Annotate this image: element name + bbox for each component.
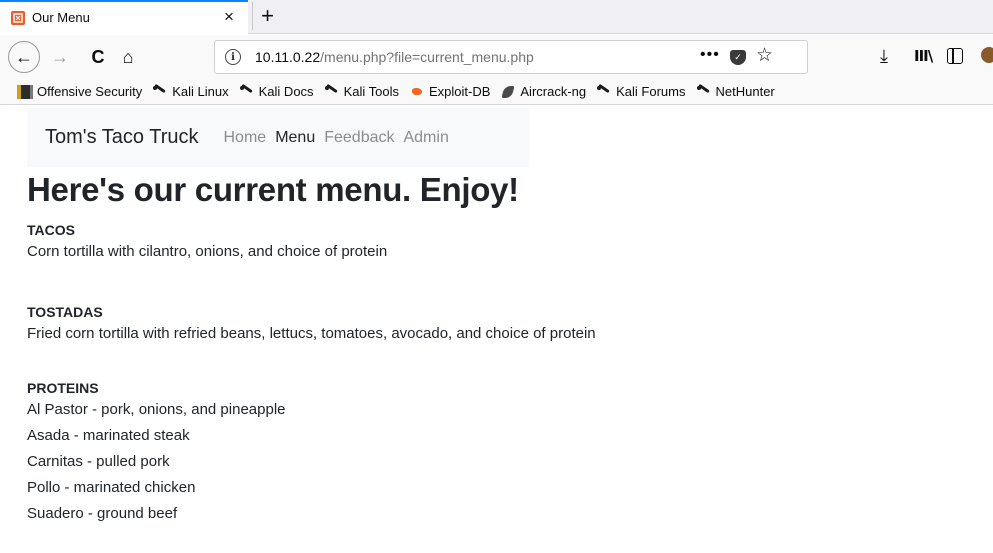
bookmark-kali-docs[interactable]: Kali Docs bbox=[239, 84, 314, 99]
bookmark-star-icon[interactable]: ☆ bbox=[756, 44, 773, 67]
new-tab-button[interactable]: + bbox=[252, 2, 276, 30]
tab-bar: Our Menu × + bbox=[0, 0, 993, 34]
tab-our-menu[interactable]: Our Menu × bbox=[0, 0, 248, 34]
forward-button[interactable]: → bbox=[46, 41, 74, 73]
menu-section-proteins: PROTEINS Al Pastor - pork, onions, and p… bbox=[27, 379, 286, 527]
list-item: Pollo - marinated chicken bbox=[27, 479, 196, 496]
bookmark-aircrack-ng[interactable]: Aircrack-ng bbox=[500, 84, 586, 99]
url-path: /menu.php?file=current_menu.php bbox=[320, 49, 534, 65]
menu-section-tacos: TACOS Corn tortilla with cilantro, onion… bbox=[27, 221, 387, 265]
list-item: Asada - marinated steak bbox=[27, 427, 190, 444]
bookmark-label: Kali Linux bbox=[172, 84, 229, 99]
kali-dragon-icon bbox=[239, 85, 255, 99]
list-item: Carnitas - pulled pork bbox=[27, 453, 170, 470]
section-title: TOSTADAS bbox=[27, 304, 103, 320]
library-icon[interactable]: III\ bbox=[914, 45, 933, 67]
section-description: Corn tortilla with cilantro, onions, and… bbox=[27, 243, 388, 260]
site-info-icon[interactable]: i bbox=[225, 49, 241, 65]
bookmark-kali-linux[interactable]: Kali Linux bbox=[152, 84, 229, 99]
aircrack-ng-icon bbox=[500, 85, 516, 99]
back-button[interactable]: ← bbox=[8, 41, 40, 73]
kali-dragon-icon bbox=[324, 85, 340, 99]
bookmark-exploit-db[interactable]: Exploit-DB bbox=[409, 84, 490, 99]
url-bar[interactable]: i 10.11.0.22/menu.php?file=current_menu.… bbox=[214, 40, 808, 74]
page-title: Here's our current menu. Enjoy! bbox=[27, 171, 519, 208]
offensive-security-icon bbox=[17, 84, 33, 99]
sidebar-icon[interactable] bbox=[947, 48, 963, 64]
bookmark-label: Aircrack-ng bbox=[520, 84, 587, 99]
section-title: TACOS bbox=[27, 222, 75, 238]
bookmark-label: Exploit-DB bbox=[428, 84, 491, 99]
url-text[interactable]: 10.11.0.22/menu.php?file=current_menu.ph… bbox=[255, 49, 534, 65]
exploit-db-icon bbox=[409, 85, 425, 99]
cookie-extension-icon[interactable] bbox=[981, 47, 993, 63]
menu-section-tostadas: TOSTADAS Fried corn tortilla with refrie… bbox=[27, 303, 596, 347]
kali-dragon-icon bbox=[152, 85, 168, 99]
browser-toolbar: ← → C ⌂ i 10.11.0.22/menu.php?file=curre… bbox=[0, 35, 993, 79]
bookmarks-toolbar: Offensive Security Kali Linux Kali Docs … bbox=[0, 79, 993, 105]
nav-link-menu[interactable]: Menu bbox=[275, 129, 315, 147]
nav-link-admin[interactable]: Admin bbox=[403, 129, 448, 147]
nav-link-feedback[interactable]: Feedback bbox=[324, 129, 394, 147]
url-host: 10.11.0.22 bbox=[255, 49, 321, 65]
bookmark-offensive-security[interactable]: Offensive Security bbox=[17, 84, 142, 99]
nav-link-home[interactable]: Home bbox=[224, 129, 267, 147]
home-button[interactable]: ⌂ bbox=[114, 41, 142, 73]
tab-title: Our Menu bbox=[32, 10, 90, 25]
section-description: Fried corn tortilla with refried beans, … bbox=[27, 325, 596, 342]
bookmark-label: Offensive Security bbox=[37, 84, 143, 99]
bookmark-kali-tools[interactable]: Kali Tools bbox=[324, 84, 399, 99]
bookmark-label: Kali Tools bbox=[343, 84, 399, 99]
download-icon[interactable]: ⤓ bbox=[880, 45, 888, 67]
tab-close-icon[interactable]: × bbox=[220, 7, 238, 27]
bookmark-label: NetHunter bbox=[715, 84, 775, 99]
pocket-icon[interactable]: ✓ bbox=[730, 50, 746, 65]
site-navbar: Tom's Taco Truck Home Menu Feedback Admi… bbox=[27, 108, 529, 167]
list-item: Al Pastor - pork, onions, and pineapple bbox=[27, 401, 286, 418]
kali-dragon-icon bbox=[596, 85, 612, 99]
bookmark-kali-forums[interactable]: Kali Forums bbox=[596, 84, 686, 99]
page-actions-icon[interactable]: ••• bbox=[700, 46, 720, 64]
reload-button[interactable]: C bbox=[84, 41, 112, 73]
list-item: Suadero - ground beef bbox=[27, 505, 178, 522]
site-favicon-icon bbox=[11, 11, 25, 25]
section-title: PROTEINS bbox=[27, 380, 99, 396]
bookmark-label: Kali Docs bbox=[258, 84, 314, 99]
bookmark-nethunter[interactable]: NetHunter bbox=[696, 84, 775, 99]
bookmark-label: Kali Forums bbox=[616, 84, 686, 99]
kali-dragon-icon bbox=[696, 85, 712, 99]
site-brand[interactable]: Tom's Taco Truck bbox=[45, 126, 199, 149]
